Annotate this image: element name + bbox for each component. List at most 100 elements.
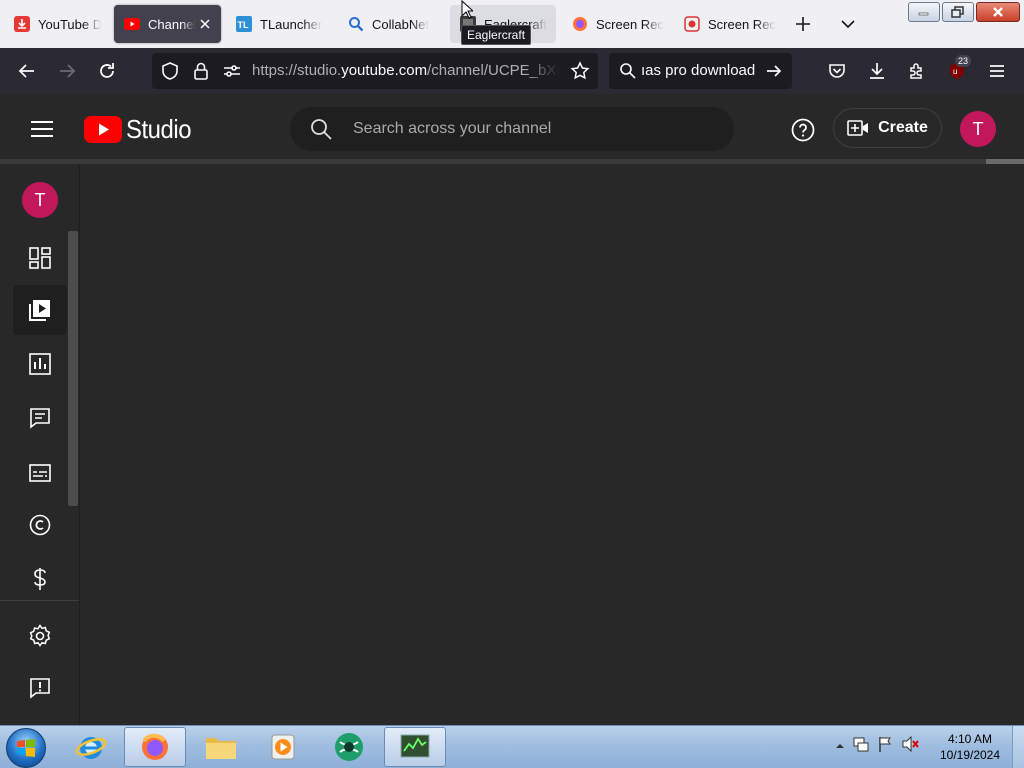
- tab-title: YouTube D: [38, 16, 103, 32]
- create-video-icon: [847, 120, 869, 136]
- search-bar[interactable]: ıas pro download: [609, 53, 792, 89]
- tab-youtube-downloader[interactable]: YouTube D: [4, 5, 108, 43]
- taskbar-clock[interactable]: 4:10 AM 10/19/2024: [935, 731, 1005, 763]
- main-content-area: [80, 164, 1024, 725]
- search-placeholder: Search across your channel: [353, 120, 552, 137]
- taskbar-browser-app[interactable]: [318, 727, 380, 767]
- help-icon[interactable]: [791, 118, 815, 142]
- reload-icon[interactable]: [95, 59, 119, 83]
- url-domain: youtube.com: [341, 62, 428, 79]
- downloads-icon[interactable]: [865, 59, 889, 83]
- tab-screen-rec-1[interactable]: Screen Rec: [562, 5, 668, 43]
- new-tab-icon[interactable]: [794, 15, 812, 33]
- sidebar-item-settings[interactable]: [13, 611, 67, 661]
- download-icon: [14, 16, 30, 32]
- windows-taskbar: 4:10 AM 10/19/2024: [0, 725, 1024, 768]
- action-center-flag-icon[interactable]: [877, 736, 893, 757]
- media-player-icon: [271, 734, 295, 760]
- navigation-toolbar: https://studio.youtube.com/channel/UCPE_…: [0, 48, 1024, 94]
- tab-title: CollabNet: [372, 16, 430, 32]
- analytics-icon: [29, 353, 51, 375]
- youtube-logo-icon: [84, 116, 122, 143]
- taskbar-internet-explorer[interactable]: [60, 727, 122, 767]
- firefox-icon: [572, 16, 588, 32]
- subtitles-icon: [29, 464, 51, 482]
- comments-icon: [30, 408, 50, 429]
- internet-explorer-icon: [75, 737, 107, 759]
- tab-title: Channel: [148, 16, 197, 32]
- bookmark-star-icon[interactable]: [570, 61, 590, 86]
- window-controls: [908, 2, 1020, 22]
- tab-tlauncher[interactable]: TL TLauncher: [226, 5, 332, 43]
- tracking-shield-icon[interactable]: [160, 61, 180, 86]
- restore-button[interactable]: [942, 2, 974, 22]
- avatar-initial: T: [972, 118, 984, 139]
- youtube-icon: [124, 16, 140, 32]
- url-prefix: https://studio.: [252, 62, 342, 79]
- extension-badge: 23: [955, 55, 972, 67]
- sidebar-item-comments[interactable]: [13, 393, 67, 443]
- list-all-tabs-icon[interactable]: [840, 16, 856, 32]
- content-icon: [29, 300, 50, 321]
- sidebar-item-content[interactable]: [13, 285, 67, 335]
- folder-icon: [206, 738, 236, 759]
- tab-title: Screen Rec: [596, 16, 664, 32]
- tab-channel[interactable]: Channel: [114, 5, 221, 43]
- taskbar-task-manager[interactable]: [384, 727, 446, 767]
- svg-text:u: u: [953, 67, 957, 76]
- record-icon: [684, 16, 700, 32]
- close-tab-icon[interactable]: [197, 16, 213, 32]
- lock-icon[interactable]: [192, 61, 210, 86]
- taskbar-file-explorer[interactable]: [190, 727, 252, 767]
- taskbar-media-player[interactable]: [252, 727, 314, 767]
- gear-icon: [29, 624, 51, 647]
- search-bar-text: ıas pro download: [641, 62, 756, 79]
- permissions-icon[interactable]: [222, 62, 242, 85]
- tab-title: TLauncher: [260, 16, 323, 32]
- create-label: Create: [878, 119, 928, 136]
- sidebar-scrollbar[interactable]: [68, 231, 78, 506]
- feedback-icon: [30, 678, 50, 699]
- avatar-initial: T: [34, 189, 46, 210]
- forward-icon[interactable]: [55, 59, 79, 83]
- dashboard-icon: [29, 247, 51, 269]
- search-icon: [310, 118, 332, 145]
- menu-icon[interactable]: [30, 120, 54, 138]
- network-icon[interactable]: [853, 736, 869, 757]
- show-hidden-icons[interactable]: [835, 738, 845, 756]
- menu-hamburger-icon[interactable]: [985, 59, 1009, 83]
- sidebar-item-earn[interactable]: [13, 554, 67, 604]
- sidebar-divider: [0, 600, 79, 601]
- tab-title: Screen Rec: [708, 16, 776, 32]
- volume-muted-icon[interactable]: [901, 735, 919, 757]
- channel-avatar[interactable]: T: [22, 182, 58, 218]
- studio-sidebar: T: [0, 164, 80, 725]
- sidebar-item-feedback[interactable]: [13, 663, 67, 713]
- account-avatar[interactable]: T: [960, 111, 996, 147]
- studio-header: Studio Search across your channel Create…: [0, 94, 1024, 161]
- studio-logo-text: Studio: [126, 114, 192, 144]
- minimize-button[interactable]: [908, 2, 940, 22]
- tlauncher-icon: TL: [236, 16, 252, 32]
- tab-collabnet[interactable]: CollabNet: [338, 5, 444, 43]
- pocket-icon[interactable]: [825, 59, 849, 83]
- sidebar-item-analytics[interactable]: [13, 339, 67, 389]
- sidebar-item-copyright[interactable]: [13, 500, 67, 550]
- sidebar-item-dashboard[interactable]: [13, 233, 67, 283]
- url-text[interactable]: https://studio.youtube.com/channel/UCPE_…: [252, 62, 560, 79]
- search-go-arrow-icon[interactable]: [765, 62, 783, 85]
- close-window-button[interactable]: [976, 2, 1020, 22]
- channel-search-input[interactable]: Search across your channel: [290, 107, 734, 151]
- show-desktop-button[interactable]: [1012, 726, 1024, 768]
- start-button[interactable]: [6, 728, 46, 768]
- back-icon[interactable]: [15, 59, 39, 83]
- taskbar-firefox[interactable]: [124, 727, 186, 767]
- studio-logo[interactable]: Studio: [84, 114, 197, 145]
- create-button[interactable]: Create: [833, 108, 942, 148]
- extensions-icon[interactable]: [905, 59, 929, 83]
- url-bar[interactable]: https://studio.youtube.com/channel/UCPE_…: [152, 53, 598, 89]
- globe-app-icon: [335, 733, 363, 761]
- sidebar-item-subtitles[interactable]: [13, 448, 67, 498]
- system-tray: [835, 735, 919, 757]
- tab-screen-rec-2[interactable]: Screen Rec: [674, 5, 780, 43]
